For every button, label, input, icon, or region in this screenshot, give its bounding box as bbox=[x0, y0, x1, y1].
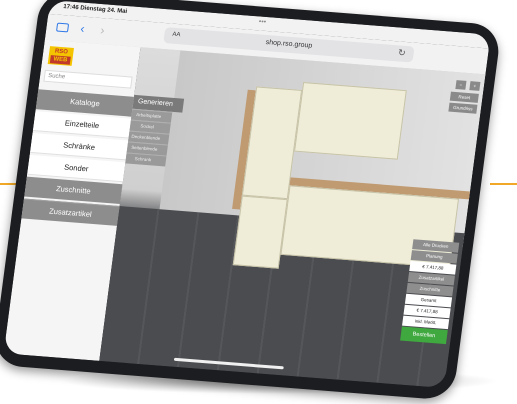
multitask-dots[interactable]: ••• bbox=[258, 18, 266, 26]
status-time: 17:46 Dienstag 24. Mai bbox=[62, 4, 128, 16]
wall-cabinet bbox=[294, 82, 407, 160]
accent-line-right bbox=[490, 183, 517, 185]
forward-icon[interactable]: › bbox=[100, 23, 106, 37]
tablet-device: 17:46 Dienstag 24. Mai ••• ‹ › AA shop.r… bbox=[0, 0, 502, 401]
3d-viewport[interactable]: Generieren Arbeitsplatte Sockel Deckenbl… bbox=[99, 47, 486, 389]
search-input[interactable]: Suche bbox=[43, 69, 133, 89]
configurator-app: RSO WEB Suche Kataloge Einzelteile Schrän… bbox=[3, 39, 486, 389]
zoom-out-button[interactable]: − bbox=[455, 80, 467, 90]
generate-item-schrank[interactable]: Schrank bbox=[119, 151, 167, 167]
reload-icon[interactable]: ↻ bbox=[397, 47, 407, 59]
sidebar-toggle-icon[interactable] bbox=[55, 22, 70, 33]
order-button[interactable]: Bestellen bbox=[400, 326, 448, 345]
zoom-in-button[interactable]: + bbox=[469, 81, 481, 91]
tablet-screen: 17:46 Dienstag 24. Mai ••• ‹ › AA shop.r… bbox=[3, 0, 491, 389]
rso-logo: RSO WEB bbox=[47, 46, 74, 66]
back-icon[interactable]: ‹ bbox=[80, 21, 86, 35]
tall-cabinet-lower bbox=[232, 195, 288, 269]
